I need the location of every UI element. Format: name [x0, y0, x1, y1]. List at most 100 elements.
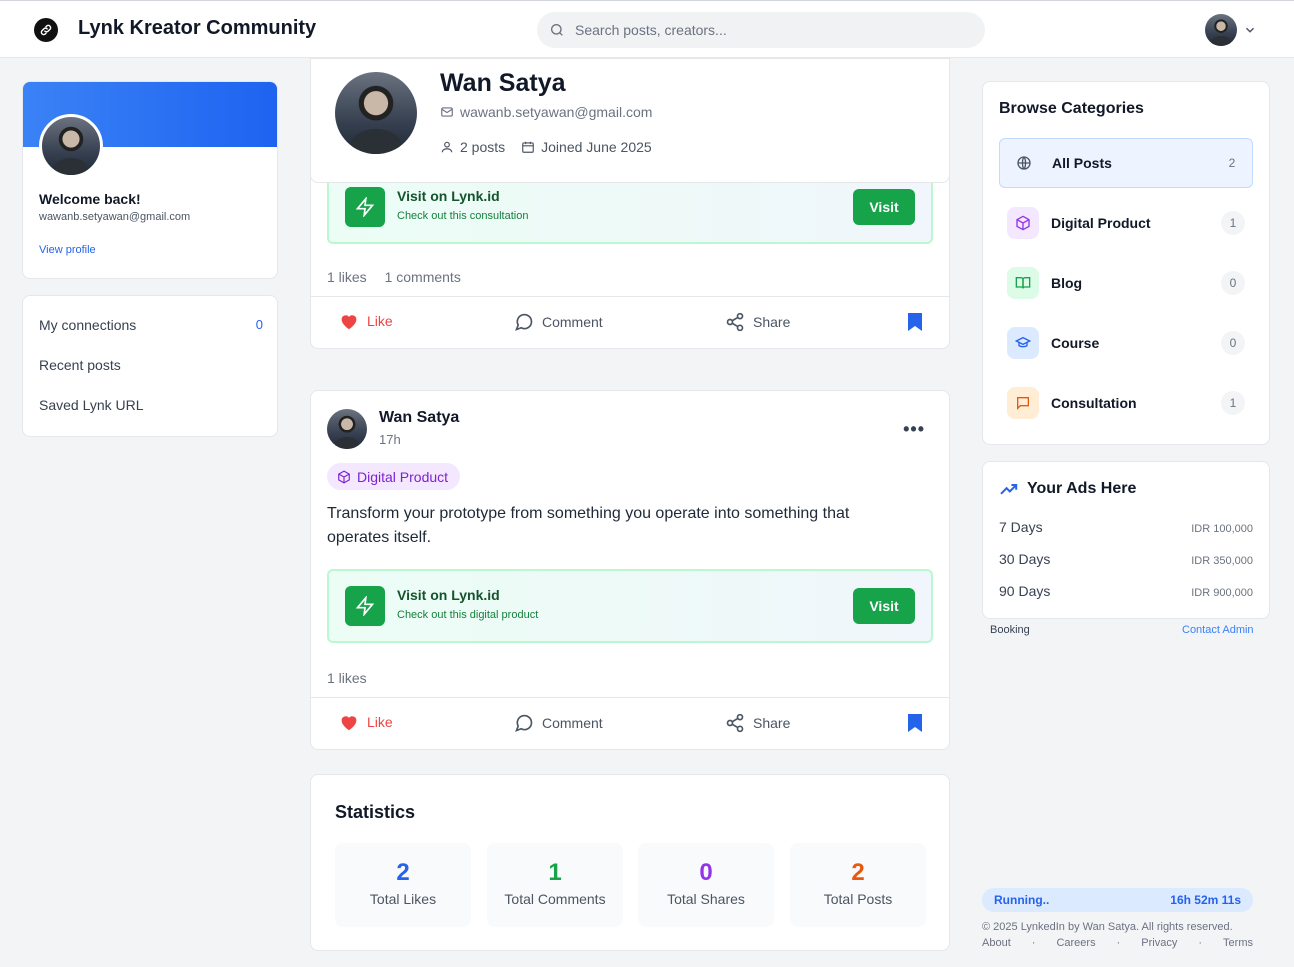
- category-count: 1: [1221, 211, 1245, 235]
- message-circle-icon: [515, 714, 533, 732]
- like-button[interactable]: Like: [339, 713, 393, 731]
- my-connections-link[interactable]: My connections 0: [39, 317, 263, 333]
- user-icon: [441, 141, 453, 153]
- heart-icon: [341, 716, 357, 731]
- comment-button[interactable]: Comment: [514, 713, 603, 733]
- category-all-posts[interactable]: All Posts 2: [999, 138, 1253, 188]
- stat-total-likes: 2 Total Likes: [335, 843, 471, 927]
- link-logo-icon[interactable]: [34, 18, 58, 42]
- profile-meta: 2 posts Joined June 2025: [440, 139, 652, 155]
- category-label: Blog: [1051, 275, 1083, 291]
- stat-value: 0: [699, 859, 713, 886]
- like-label: Like: [367, 714, 393, 730]
- stat-total-posts: 2 Total Posts: [790, 843, 926, 927]
- status-badge: Running.. 16h 52m 11s: [982, 888, 1253, 912]
- message-square-icon: [1007, 387, 1039, 419]
- footer-link-careers[interactable]: Careers: [1056, 937, 1095, 949]
- category-label: Course: [1051, 335, 1100, 351]
- lynk-link-box[interactable]: Visit on Lynk.id Check out this digital …: [327, 569, 933, 643]
- lynk-title: Visit on Lynk.id: [397, 587, 500, 603]
- ads-option[interactable]: 30 Days IDR 350,000: [999, 551, 1253, 567]
- share-label: Share: [753, 314, 791, 330]
- welcome-text: Welcome back!: [39, 191, 141, 207]
- category-digital-product[interactable]: Digital Product 1: [999, 198, 1253, 248]
- avatar[interactable]: [39, 114, 103, 178]
- ads-duration: 30 Days: [999, 551, 1051, 567]
- saved-lynk-url-link[interactable]: Saved Lynk URL: [39, 397, 263, 413]
- bookmark-icon: [908, 714, 922, 732]
- bookmark-button[interactable]: [907, 312, 923, 332]
- calendar-icon: [522, 141, 534, 153]
- chevron-down-icon[interactable]: [1243, 23, 1257, 37]
- bookmark-icon: [908, 313, 922, 331]
- lynk-subtitle: Check out this digital product: [397, 609, 539, 621]
- search-bar[interactable]: [537, 12, 985, 48]
- profile-email: wawanb.setyawan@gmail.com: [460, 104, 653, 120]
- recent-posts-link[interactable]: Recent posts: [39, 357, 263, 373]
- ads-option[interactable]: 7 Days IDR 100,000: [999, 519, 1253, 535]
- share-button[interactable]: Share: [725, 713, 790, 733]
- share-button[interactable]: Share: [725, 312, 790, 332]
- likes-count[interactable]: 1 likes: [327, 269, 367, 285]
- comment-button[interactable]: Comment: [514, 312, 603, 332]
- category-label: Digital Product: [357, 468, 449, 485]
- avatar[interactable]: [1205, 14, 1237, 46]
- top-bar: Lynk Kreator Community: [0, 0, 1294, 58]
- post-action-bar: Like Comment Share: [311, 296, 949, 348]
- view-profile-link[interactable]: View profile: [39, 244, 96, 256]
- contact-admin-link[interactable]: Contact Admin: [1182, 624, 1254, 636]
- stat-label: Total Likes: [369, 891, 437, 907]
- footer-link-terms[interactable]: Terms: [1223, 937, 1253, 949]
- joined-date: Joined June 2025: [541, 139, 652, 155]
- bookmark-button[interactable]: [907, 713, 923, 733]
- comment-label: Comment: [542, 715, 603, 731]
- lynk-subtitle: Check out this consultation: [397, 210, 529, 222]
- category-count: 0: [1221, 271, 1245, 295]
- like-button[interactable]: Like: [339, 312, 393, 330]
- avatar[interactable]: [327, 409, 367, 449]
- statistics-title: Statistics: [335, 802, 416, 822]
- visit-button[interactable]: Visit: [853, 588, 915, 624]
- footer-separator: ·: [1198, 937, 1203, 949]
- stat-label: Total Comments: [504, 891, 606, 907]
- stat-label: Total Posts: [823, 891, 893, 907]
- heart-icon: [341, 315, 357, 330]
- category-count: 0: [1221, 331, 1245, 355]
- app-title[interactable]: Lynk Kreator Community: [78, 17, 316, 40]
- share-icon: [726, 312, 744, 332]
- more-options-icon[interactable]: •••: [903, 419, 925, 440]
- category-badge[interactable]: Digital Product: [327, 463, 461, 490]
- category-blog[interactable]: Blog 0: [999, 258, 1253, 308]
- category-count: 1: [1221, 391, 1245, 415]
- mail-icon: [441, 107, 453, 117]
- uptime-timer: 16h 52m 11s: [1170, 893, 1241, 907]
- post-engagement: 1 likes: [327, 670, 367, 686]
- lynk-title: Visit on Lynk.id: [397, 188, 500, 204]
- avatar[interactable]: [335, 72, 417, 154]
- post-time: 17h: [379, 432, 401, 447]
- footer-link-privacy[interactable]: Privacy: [1141, 937, 1177, 949]
- ads-header: Your Ads Here: [999, 480, 1136, 498]
- box-icon: [338, 469, 350, 484]
- browse-categories-card: Browse Categories All Posts 2 Digital Pr…: [982, 81, 1270, 445]
- stat-value: 1: [548, 859, 562, 886]
- footer-links: About · Careers · Privacy · Terms: [982, 937, 1253, 949]
- visit-button[interactable]: Visit: [853, 189, 915, 225]
- stat-total-shares: 0 Total Shares: [638, 843, 774, 927]
- profile-name: Wan Satya: [440, 69, 566, 97]
- footer-link-about[interactable]: About: [982, 937, 1011, 949]
- ads-duration: 90 Days: [999, 583, 1051, 599]
- comments-count[interactable]: 1 comments: [385, 269, 461, 285]
- zap-icon: [345, 187, 385, 227]
- likes-count[interactable]: 1 likes: [327, 670, 367, 686]
- post-body: Transform your prototype from something …: [327, 505, 850, 546]
- post-author[interactable]: Wan Satya: [379, 409, 459, 427]
- ads-option[interactable]: 90 Days IDR 900,000: [999, 583, 1253, 599]
- category-consultation[interactable]: Consultation 1: [999, 378, 1253, 428]
- category-course[interactable]: Course 0: [999, 318, 1253, 368]
- user-menu[interactable]: [1205, 14, 1257, 46]
- search-input[interactable]: [575, 22, 955, 38]
- share-label: Share: [753, 715, 791, 731]
- book-icon: [1007, 267, 1039, 299]
- booking-label: Booking: [990, 624, 1030, 636]
